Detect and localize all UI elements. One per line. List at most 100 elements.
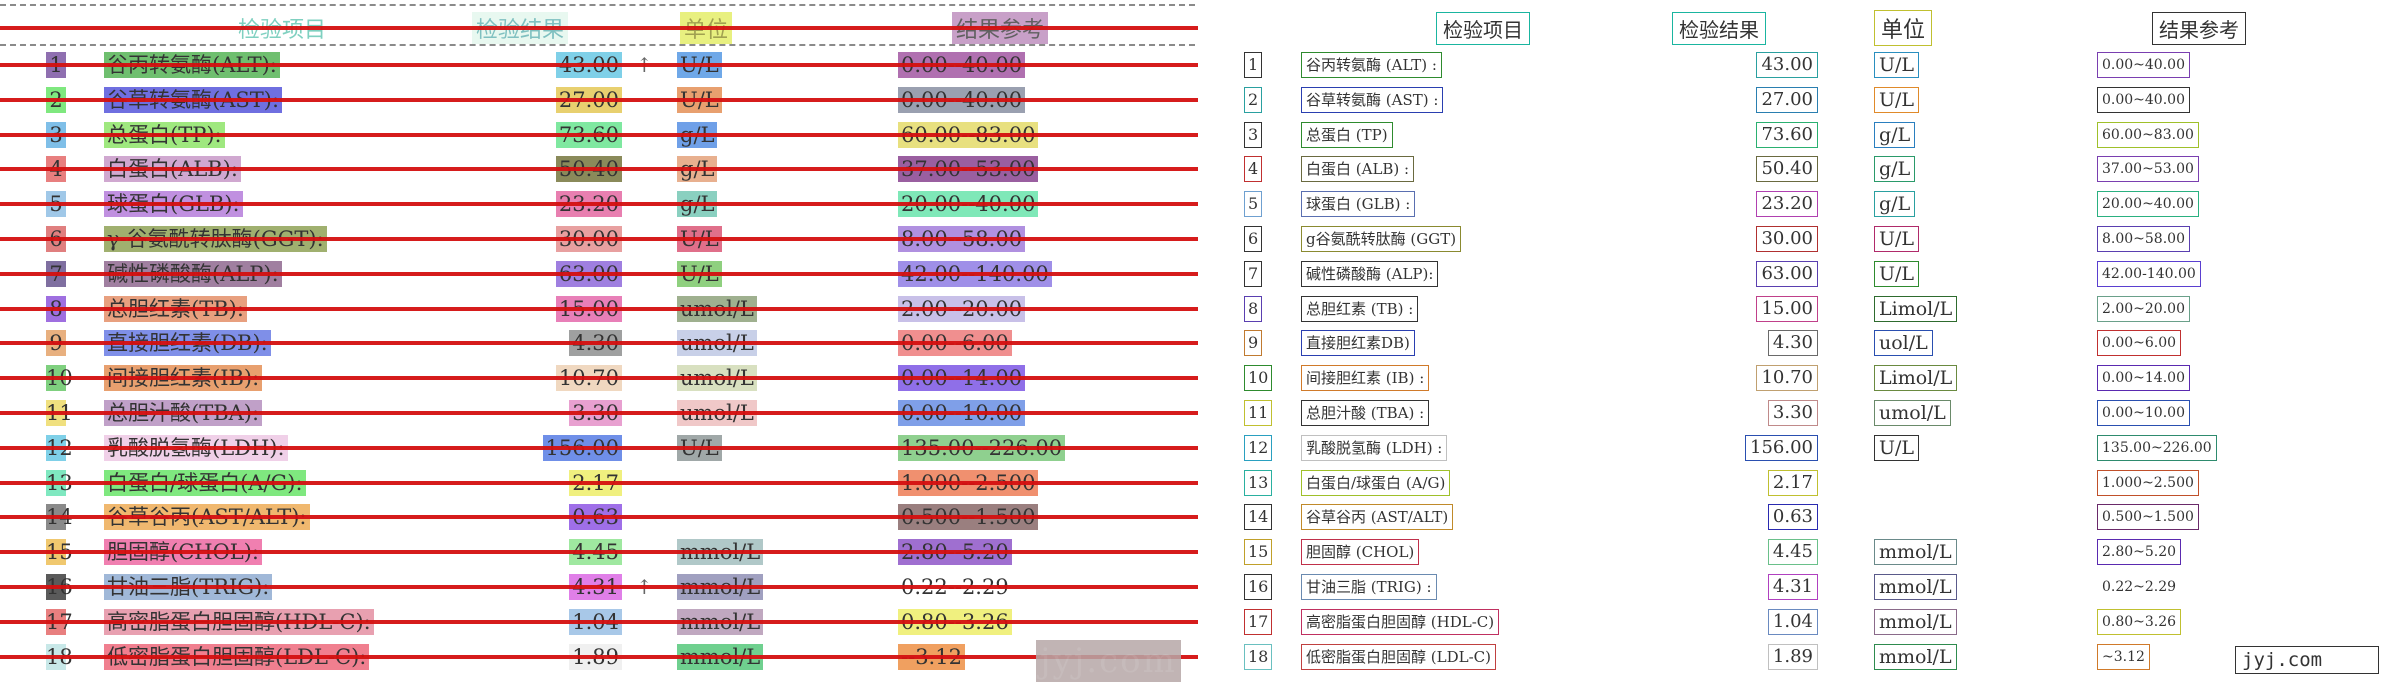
row-number: 9 bbox=[1244, 330, 1263, 357]
row-number: 15 bbox=[1244, 539, 1273, 566]
table-row: 16甘油三脂(TRIG):4.31↑mmol/L0.22--2.29 bbox=[0, 570, 1210, 604]
table-row: 18 低密脂蛋白胆固醇(LDL-C): 1.89 mmol/L --3.12 bbox=[0, 640, 1210, 674]
unit-value: Limol/L bbox=[1874, 365, 1958, 392]
result-value: 1.89 bbox=[1767, 643, 1818, 670]
row-number: 16 bbox=[1244, 574, 1273, 600]
result-value: 0.63 bbox=[1767, 504, 1818, 531]
unit-value: mmol/L bbox=[1874, 574, 1957, 600]
item-name: 白蛋白 (ALB) : bbox=[1301, 156, 1415, 183]
table-row: 8总胆红素(TB):15.00umol/L2.00--20.00 bbox=[0, 292, 1210, 326]
table-row: 18 低密脂蛋白胆固醇 (LDL-C) 1.89 mmol/L ~3.12 bbox=[1210, 640, 2396, 674]
item-name: 乳酸脱氢酶 (LDH) : bbox=[1301, 434, 1448, 461]
unit-value: mmol/L bbox=[1874, 539, 1957, 566]
result-value: 27.00 bbox=[1756, 86, 1818, 113]
strike-line bbox=[0, 26, 1198, 30]
result-value: 3.30 bbox=[1767, 400, 1818, 426]
table-row: 7碱性磷酸酶(ALP):63.00U/L42.00--140.00 bbox=[0, 257, 1210, 291]
item-name: 白蛋白/球蛋白 (A/G) bbox=[1301, 469, 1451, 496]
result-value: 43.00 bbox=[1756, 52, 1818, 78]
table-row: 4 白蛋白 (ALB) : 50.40 g/L 37.00~53.00 bbox=[1210, 152, 2396, 186]
table-row: 12 乳酸脱氢酶 (LDH) : 156.00 U/L 135.00~226.00 bbox=[1210, 431, 2396, 465]
unit-value: g/L bbox=[1874, 156, 1916, 183]
item-name: 谷丙转氨酶 (ALT) : bbox=[1301, 52, 1442, 78]
item-name: 谷草转氨酶 (AST) : bbox=[1301, 86, 1444, 113]
strike-line bbox=[0, 411, 1198, 415]
header-unit: 单位 bbox=[1874, 10, 1933, 46]
table-row: 1 谷丙转氨酶 (ALT) : 43.00 U/L 0.00~40.00 bbox=[1210, 48, 2396, 82]
table-row: 8 总胆红素 (TB) : 15.00 Limol/L 2.00~20.00 bbox=[1210, 292, 2396, 326]
unit-value: g/L bbox=[1874, 191, 1916, 218]
unit-value: g/L bbox=[1874, 121, 1916, 148]
row-number: 5 bbox=[1244, 191, 1263, 218]
header-item: 检验项目 bbox=[1436, 12, 1530, 45]
table-row: 4白蛋白(ALB):50.40g/L37.00--53.00 bbox=[0, 152, 1210, 186]
unit-value: U/L bbox=[1874, 260, 1920, 287]
strike-line bbox=[0, 341, 1198, 346]
unit-value: mmol/L bbox=[1874, 643, 1957, 670]
unit-value: Limol/L bbox=[1874, 295, 1958, 322]
result-value: 30.00 bbox=[1756, 226, 1818, 252]
item-name: 谷草谷丙 (AST/ALT) bbox=[1301, 504, 1454, 531]
row-number: 4 bbox=[1244, 156, 1263, 183]
item-name: 直接胆红素DB) bbox=[1301, 330, 1415, 357]
item-name: 间接胆红素 (IB) : bbox=[1301, 365, 1430, 392]
row-number: 11 bbox=[1244, 400, 1273, 426]
row-number: 1 bbox=[1244, 52, 1263, 78]
result-value: 156.00 bbox=[1745, 434, 1818, 461]
reference-range: 0.22~2.29 bbox=[2097, 574, 2182, 600]
table-row: 2谷草转氨酶(AST):27.00U/L0.00--40.00 bbox=[0, 83, 1210, 117]
table-row: 14 谷草谷丙(AST/ALT): 0.63 0.500--1.500 bbox=[0, 500, 1210, 534]
item-name: g谷氨酰转肽酶 (GGT) bbox=[1301, 226, 1462, 252]
table-row: 6 g谷氨酰转肽酶 (GGT) 30.00 U/L 8.00~58.00 bbox=[1210, 222, 2396, 256]
table-row: 5球蛋白(GLB):23.20g/L20.00--40.00 bbox=[0, 187, 1210, 221]
item-name: 总胆汁酸 (TBA) : bbox=[1301, 400, 1430, 426]
row-number: 18 bbox=[1244, 643, 1273, 670]
recognized-report: 检验项目 检验结果 单位 结果参考 1 谷丙转氨酶 (ALT) : 43.00 U/L… bbox=[1210, 0, 2396, 687]
strike-line bbox=[0, 271, 1198, 276]
table-row: 11 总胆汁酸 (TBA) : 3.30 umol/L 0.00~10.00 bbox=[1210, 396, 2396, 430]
row-number: 2 bbox=[1244, 86, 1263, 113]
row-number: 17 bbox=[1244, 608, 1273, 635]
table-row: 6γ-谷氨酰转肽酶(GGT):30.00U/L8.00--58.00 bbox=[0, 222, 1210, 256]
unit-value: U/L bbox=[1874, 52, 1920, 78]
table-row: 10 间接胆红素(IB): 10.70 umol/L 0.00--14.00 bbox=[0, 361, 1210, 395]
header-result: 检验结果 bbox=[1672, 12, 1766, 45]
reference-range: 8.00~58.00 bbox=[2097, 226, 2190, 252]
strike-line bbox=[0, 585, 1198, 589]
unit-value: uol/L bbox=[1874, 330, 1933, 357]
item-name: 球蛋白 (GLB) : bbox=[1301, 191, 1416, 218]
row-number: 6 bbox=[1244, 226, 1263, 252]
unit-value: U/L bbox=[1874, 86, 1920, 113]
strike-line bbox=[0, 167, 1198, 172]
row-number: 10 bbox=[1244, 365, 1273, 392]
item-name: 高密脂蛋白胆固醇 (HDL-C) bbox=[1301, 608, 1500, 635]
table-row: 11 总胆汁酸(TBA): 3.30 umol/L 0.00--10.00 bbox=[0, 396, 1210, 430]
strike-line bbox=[0, 445, 1198, 450]
unit-value: mmol/L bbox=[1874, 608, 1957, 635]
row-number: 14 bbox=[1244, 504, 1273, 531]
row-number: 3 bbox=[1244, 121, 1263, 148]
strike-line bbox=[0, 550, 1198, 555]
reference-range: 0.00~10.00 bbox=[2097, 400, 2190, 426]
row-number: 7 bbox=[1244, 260, 1263, 287]
table-row: 10 间接胆红素 (IB) : 10.70 Limol/L 0.00~14.00 bbox=[1210, 361, 2396, 395]
table-row: 13 白蛋白/球蛋白 (A/G) 2.17 1.000~2.500 bbox=[1210, 466, 2396, 500]
item-name: 总胆红素 (TB) : bbox=[1301, 295, 1419, 322]
result-value: 1.04 bbox=[1767, 608, 1818, 635]
item-name: 甘油三脂 (TRIG) : bbox=[1301, 574, 1437, 600]
reference-range: 20.00~40.00 bbox=[2097, 191, 2199, 218]
strike-line bbox=[0, 619, 1198, 624]
dashed-rule bbox=[0, 4, 1195, 6]
unit-value: U/L bbox=[1874, 226, 1920, 252]
result-value: 10.70 bbox=[1756, 365, 1818, 392]
reference-range: 37.00~53.00 bbox=[2097, 156, 2199, 183]
table-row: 14 谷草谷丙 (AST/ALT) 0.63 0.500~1.500 bbox=[1210, 500, 2396, 534]
strike-line bbox=[0, 132, 1198, 137]
table-row: 3 总蛋白 (TP) 73.60 g/L 60.00~83.00 bbox=[1210, 118, 2396, 152]
table-row: 16 甘油三脂 (TRIG) : 4.31 mmol/L 0.22~2.29 bbox=[1210, 570, 2396, 604]
reference-range: 60.00~83.00 bbox=[2097, 121, 2199, 148]
reference-range: 2.00~20.00 bbox=[2097, 295, 2190, 322]
result-value: 2.17 bbox=[1767, 469, 1818, 496]
row-number: 13 bbox=[1244, 469, 1273, 496]
result-value: 4.30 bbox=[1767, 330, 1818, 357]
